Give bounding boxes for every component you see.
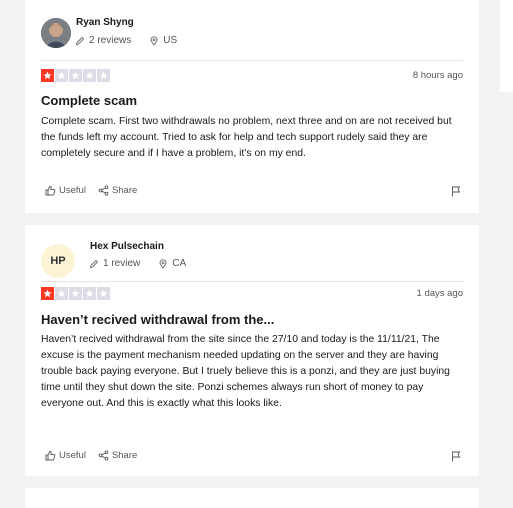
location-pin-icon bbox=[149, 35, 159, 46]
thumbs-up-icon bbox=[45, 450, 56, 461]
avatar[interactable] bbox=[41, 18, 71, 48]
useful-button[interactable]: Useful bbox=[45, 450, 86, 461]
star-rating bbox=[41, 287, 110, 300]
reviewer-name[interactable]: Hex Pulsechain bbox=[90, 241, 164, 252]
thumbs-up-icon bbox=[45, 185, 56, 196]
share-label: Share bbox=[111, 450, 138, 461]
pencil-icon bbox=[89, 259, 99, 269]
review-count: 1 review bbox=[103, 258, 141, 269]
share-label: Share bbox=[111, 185, 138, 196]
star-icon bbox=[97, 287, 110, 300]
review-card: Ryan Shyng 2 reviews US 8 hours ago Comp… bbox=[25, 0, 479, 213]
reviewer-name[interactable]: Ryan Shyng bbox=[76, 17, 134, 28]
review-date: 8 hours ago bbox=[412, 70, 463, 81]
reviewer-country: US bbox=[163, 35, 178, 46]
side-panel-card bbox=[500, 0, 513, 92]
share-button[interactable]: Share bbox=[98, 185, 137, 196]
flag-icon[interactable] bbox=[451, 451, 461, 462]
review-body: Haven’t recived withdrawal from the site… bbox=[41, 334, 450, 409]
review-count: 2 reviews bbox=[89, 35, 132, 46]
review-date: 1 days ago bbox=[416, 288, 463, 299]
flag-icon[interactable] bbox=[451, 186, 461, 197]
useful-label: Useful bbox=[59, 185, 86, 196]
review-card bbox=[25, 488, 479, 508]
star-icon bbox=[41, 287, 54, 300]
share-icon bbox=[98, 185, 109, 196]
star-icon bbox=[69, 69, 82, 82]
star-rating bbox=[41, 69, 110, 82]
review-actions: Useful Share bbox=[45, 185, 137, 196]
divider bbox=[41, 60, 463, 61]
review-title[interactable]: Complete scam bbox=[41, 93, 137, 108]
star-icon bbox=[41, 69, 54, 82]
reviewer-meta: 1 review CA bbox=[89, 258, 186, 269]
star-icon bbox=[83, 287, 96, 300]
location-pin-icon bbox=[158, 258, 168, 269]
useful-label: Useful bbox=[59, 450, 86, 461]
reviewer-meta: 2 reviews US bbox=[75, 35, 177, 46]
avatar[interactable]: HP bbox=[41, 244, 75, 278]
star-icon bbox=[83, 69, 96, 82]
review-body: Complete scam. First two withdrawals no … bbox=[41, 116, 452, 159]
divider bbox=[41, 281, 463, 282]
star-icon bbox=[69, 287, 82, 300]
useful-button[interactable]: Useful bbox=[45, 185, 86, 196]
share-button[interactable]: Share bbox=[98, 450, 137, 461]
pencil-icon bbox=[75, 36, 85, 46]
share-icon bbox=[98, 450, 109, 461]
review-actions: Useful Share bbox=[45, 450, 137, 461]
review-title[interactable]: Haven’t recived withdrawal from the... bbox=[41, 312, 274, 327]
star-icon bbox=[55, 287, 68, 300]
review-card: HP Hex Pulsechain 1 review CA 1 days ago… bbox=[25, 225, 479, 476]
star-icon bbox=[97, 69, 110, 82]
reviewer-country: CA bbox=[172, 258, 187, 269]
star-icon bbox=[55, 69, 68, 82]
